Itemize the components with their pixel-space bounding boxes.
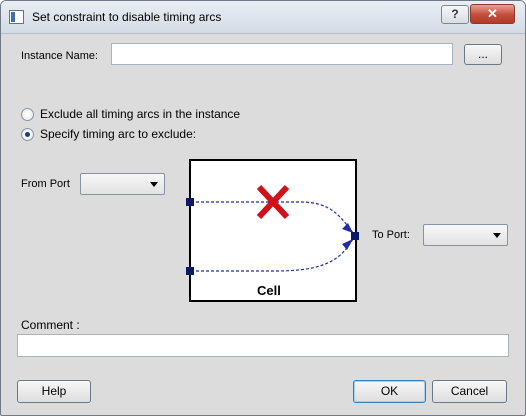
exclude-all-radio[interactable] <box>21 107 34 121</box>
specify-arc-option[interactable]: Specify timing arc to exclude: <box>21 126 196 142</box>
specify-arc-label: Specify timing arc to exclude: <box>40 127 197 141</box>
window-title: Set constraint to disable timing arcs <box>32 10 222 24</box>
dialog-window: Set constraint to disable timing arcs ? … <box>0 0 526 416</box>
close-button[interactable]: ✕ <box>470 4 515 24</box>
comment-label: Comment : <box>21 318 80 332</box>
specify-arc-radio[interactable] <box>21 127 34 141</box>
browse-button[interactable]: ... <box>464 44 502 65</box>
to-port-label: To Port: <box>372 229 410 241</box>
from-port-label: From Port <box>21 178 70 190</box>
exclude-all-label: Exclude all timing arcs in the instance <box>40 107 241 121</box>
help-button[interactable]: Help <box>17 380 91 403</box>
instance-name-input[interactable] <box>111 43 453 65</box>
cancel-button[interactable]: Cancel <box>432 380 507 403</box>
cell-label: Cell <box>257 283 281 298</box>
cell-diagram-box <box>189 159 357 302</box>
ok-button[interactable]: OK <box>353 380 426 403</box>
chevron-down-icon <box>493 233 501 238</box>
comment-input[interactable] <box>17 334 509 357</box>
chevron-down-icon <box>150 182 158 187</box>
from-port-select[interactable] <box>80 173 165 195</box>
instance-name-label: Instance Name: <box>21 50 99 62</box>
title-bar[interactable]: Set constraint to disable timing arcs ? … <box>1 1 525 34</box>
title-help-button[interactable]: ? <box>441 5 469 24</box>
to-port-select[interactable] <box>423 224 508 246</box>
window-icon <box>9 10 24 24</box>
exclude-all-option[interactable]: Exclude all timing arcs in the instance <box>21 106 240 122</box>
